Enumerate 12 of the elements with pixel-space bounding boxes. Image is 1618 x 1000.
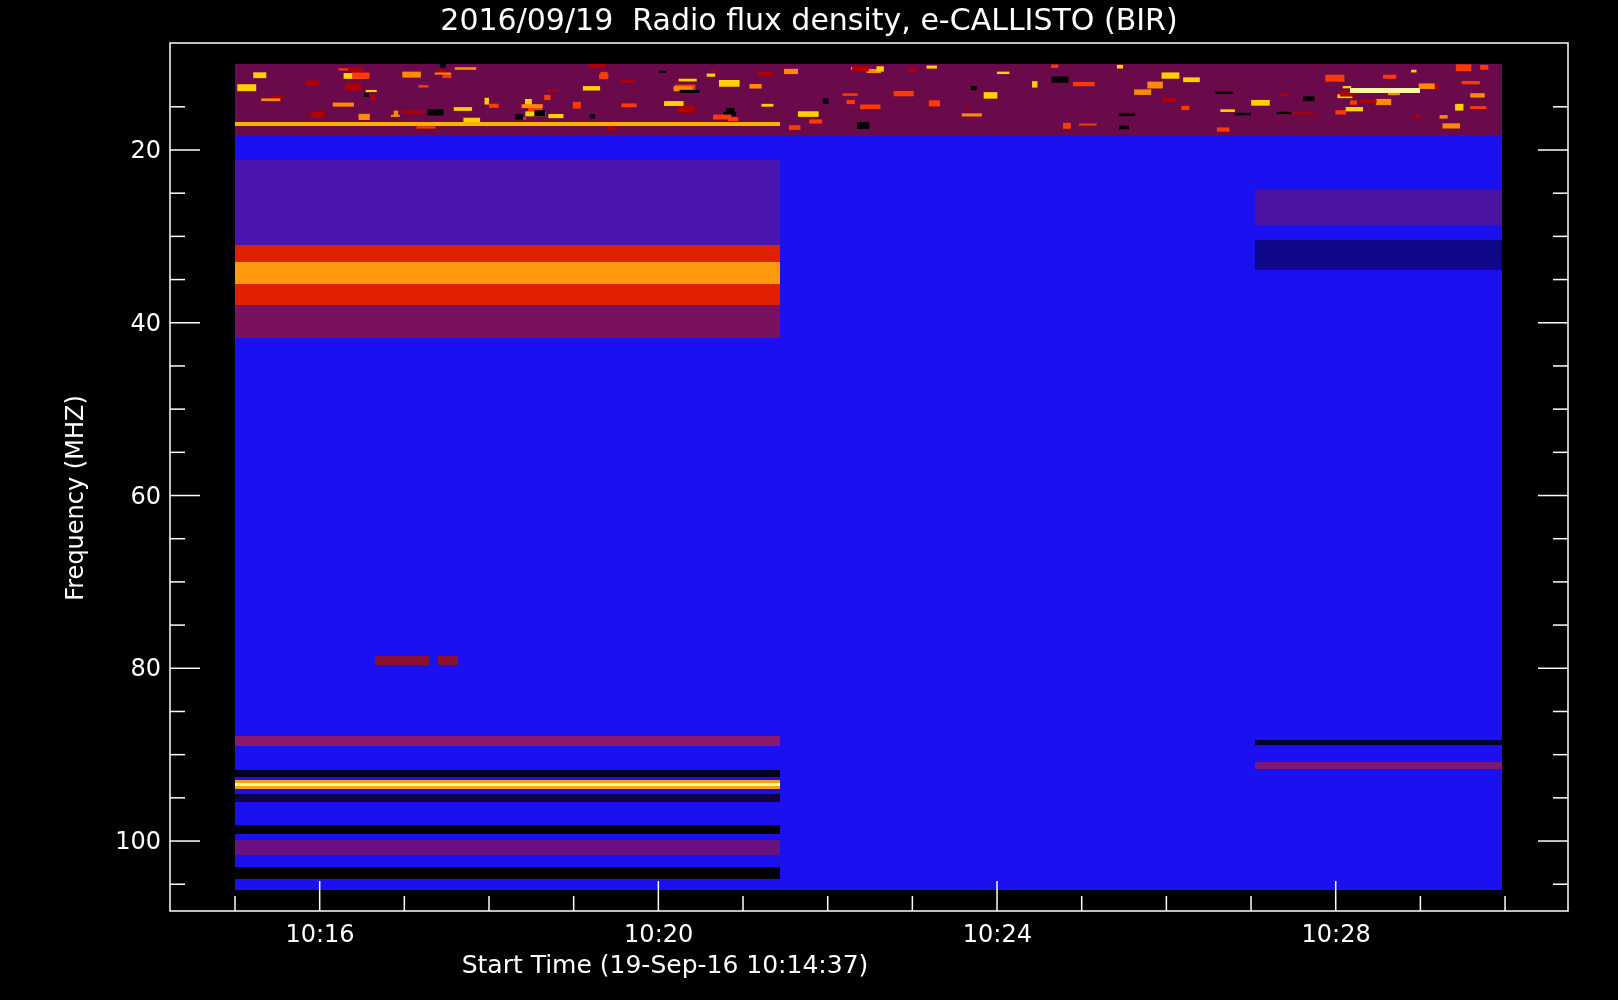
y-axis-label: Frequency (MHZ) xyxy=(61,395,89,601)
x-tick-label: 10:16 xyxy=(284,920,356,948)
x-tick-label: 10:24 xyxy=(961,920,1033,948)
x-tick-label: 10:28 xyxy=(1300,920,1372,948)
y-tick-label: 60 xyxy=(129,480,161,512)
chart-title: 2016/09/19 Radio flux density, e-CALLISTO (BIR) xyxy=(439,2,1179,37)
y-tick-label: 20 xyxy=(129,135,161,166)
y-tick-label: 40 xyxy=(129,307,161,339)
x-tick-label: 10:20 xyxy=(623,920,695,948)
y-tick-label: 100 xyxy=(114,826,161,857)
y-tick-label: 80 xyxy=(129,653,161,685)
x-axis-label: Start Time (19-Sep-16 10:14:37) xyxy=(460,950,870,979)
